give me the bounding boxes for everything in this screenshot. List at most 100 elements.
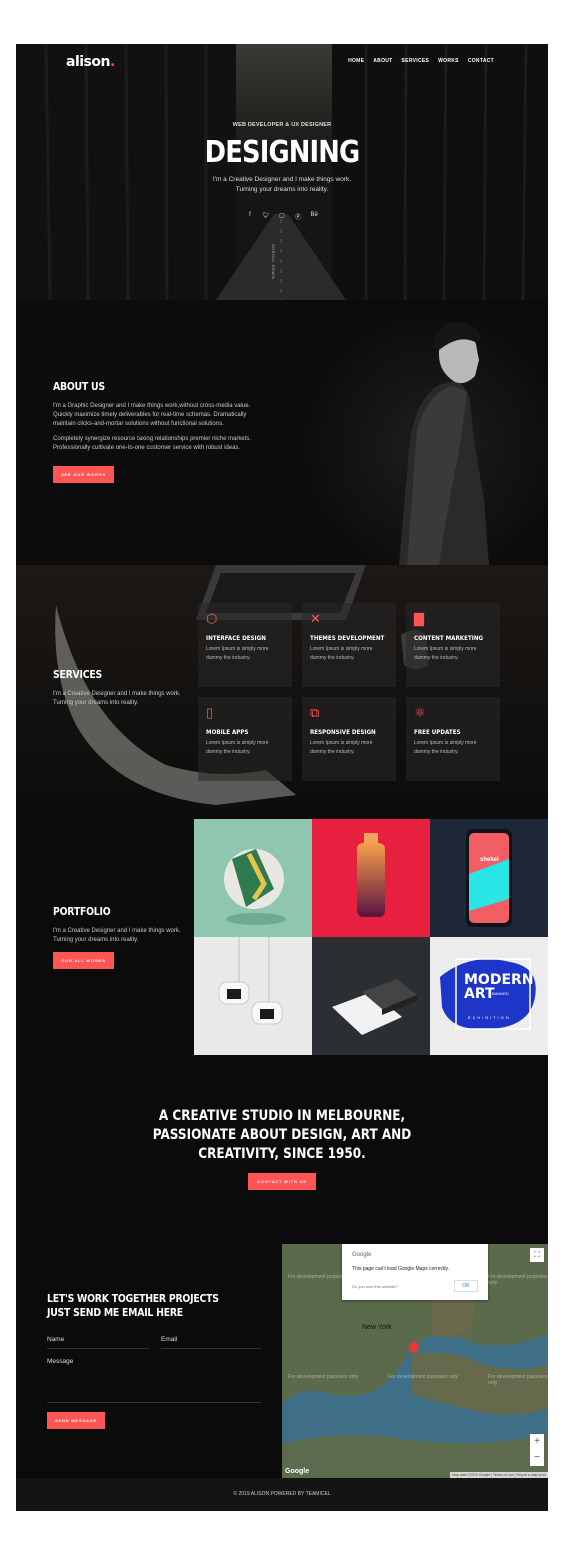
message-field[interactable]: Message: [47, 1358, 261, 1403]
phone-brand-text: shekel: [480, 857, 499, 863]
see-our-works-button[interactable]: SEE OUR WORKS: [53, 466, 114, 483]
service-card[interactable]: ⧉ RESPONSIVE DESIGN Lorem Ipsum is simpl…: [302, 697, 396, 781]
map-watermark: For development purposes only: [488, 1374, 548, 1386]
our-all-works-button[interactable]: OUR ALL WORKS: [53, 952, 114, 969]
logo[interactable]: alison.: [66, 54, 115, 70]
pinterest-icon[interactable]: Ⓟ: [295, 212, 302, 221]
about-title: ABOUT US: [53, 380, 105, 393]
service-desc: Lorem Ipsum is simply more dummy the ind…: [310, 646, 373, 661]
service-card[interactable]: ⬡ INTERFACE DESIGN Lorem Ipsum is simply…: [198, 603, 292, 687]
cube-icon: ⬡: [206, 611, 218, 626]
atom-icon: ⚛: [414, 705, 426, 720]
nav-about[interactable]: ABOUT: [373, 58, 392, 64]
service-title: FREE UPDATES: [414, 728, 461, 736]
service-desc: Lorem Ipsum is simply more dummy the ind…: [206, 740, 269, 755]
page: alison. HOME ABOUT SERVICES WORKS CONTAC…: [16, 44, 548, 1511]
portfolio-title: PORTFOLIO: [53, 905, 111, 918]
contact-title-line2: JUST SEND ME EMAIL HERE: [47, 1306, 183, 1319]
email-field[interactable]: Email: [161, 1336, 261, 1349]
portfolio-item-lamps[interactable]: [194, 937, 312, 1055]
lamps-image: [218, 937, 283, 1025]
cta-title: A CREATIVE STUDIO IN MELBOURNE, PASSIONA…: [53, 1107, 511, 1164]
fullscreen-icon[interactable]: ⛶: [530, 1248, 544, 1262]
contact-section: LET'S WORK TOGETHER PROJECTS JUST SEND M…: [16, 1240, 548, 1478]
service-desc: Lorem Ipsum is simply more dummy the ind…: [414, 646, 477, 661]
dialog-ok-button[interactable]: OK: [454, 1280, 478, 1292]
services-text-line2: Turning your dreams into reality.: [53, 700, 139, 706]
service-desc: Lorem Ipsum is simply more dummy the ind…: [310, 740, 373, 755]
helmet-image: [224, 849, 286, 925]
service-card[interactable]: ▇ CONTENT MARKETING Lorem Ipsum is simpl…: [406, 603, 500, 687]
phone-image: [466, 829, 512, 927]
nav-works[interactable]: WORKS: [438, 58, 459, 64]
about-paragraph-2: Completely synergize resource taxing rel…: [53, 436, 252, 451]
portfolio-item-helmet[interactable]: [194, 819, 312, 937]
service-desc: Lorem Ipsum is simply more dummy the ind…: [206, 646, 269, 661]
footer: © 2019 ALISON POWERED BY TEAMICEL: [16, 1478, 548, 1511]
logo-dot: .: [109, 54, 115, 70]
contact-title-line1: LET'S WORK TOGETHER PROJECTS: [47, 1292, 219, 1305]
service-card[interactable]: ⚛ FREE UPDATES Lorem Ipsum is simply mor…: [406, 697, 500, 781]
portrait-photo: [289, 300, 548, 565]
hero-title: DESIGNING: [204, 135, 360, 170]
nav-home[interactable]: HOME: [348, 58, 364, 64]
logo-text: alison: [66, 54, 110, 70]
zoom-out-icon[interactable]: −: [530, 1450, 544, 1466]
instagram-icon[interactable]: ▢: [279, 212, 286, 221]
twitter-icon[interactable]: 🐦︎: [263, 212, 271, 221]
map-city-label: New York: [362, 1324, 392, 1331]
dialog-link[interactable]: Do you own this website?: [352, 1284, 397, 1289]
bicycle-icon: ⧉: [310, 705, 320, 720]
portfolio-text-line1: I'm a Creative Designer and I make thing…: [53, 928, 181, 934]
zoom-in-icon[interactable]: +: [530, 1434, 544, 1450]
cta-section: A CREATIVE STUDIO IN MELBOURNE, PASSIONA…: [16, 1055, 548, 1240]
zoom-controls: + −: [530, 1434, 544, 1466]
social-links: f 🐦︎ ▢ Ⓟ Bē: [16, 212, 548, 221]
portfolio-text: I'm a Creative Designer and I make thing…: [53, 927, 203, 945]
main-nav: HOME ABOUT SERVICES WORKS CONTACT: [348, 58, 494, 64]
portfolio-item-modern-art[interactable]: MODERN ART BANNED EXHIBITION: [430, 937, 548, 1055]
portfolio-item-stationery[interactable]: [312, 937, 430, 1055]
scroll-down-indicator[interactable]: SCROLL DOWN: [271, 244, 276, 279]
portfolio-item-phone[interactable]: shekel: [430, 819, 548, 937]
hero-text: I'm a Creative Designer and I make thing…: [16, 175, 548, 195]
service-card[interactable]: ✕ THEMES DEVELOPMENT Lorem Ipsum is simp…: [302, 603, 396, 687]
contact-with-us-button[interactable]: CONTACT WITH US: [248, 1173, 316, 1190]
send-message-button[interactable]: SEND MESSAGE: [47, 1412, 105, 1429]
service-title: THEMES DEVELOPMENT: [310, 634, 385, 642]
dialog-brand: Google: [352, 1252, 372, 1258]
name-field[interactable]: Name: [47, 1336, 149, 1349]
map[interactable]: For development purposes only For develo…: [282, 1244, 548, 1478]
portfolio-item-bottle[interactable]: [312, 819, 430, 937]
nav-contact[interactable]: CONTACT: [468, 58, 494, 64]
map-error-dialog: Google This page can't load Google Maps …: [342, 1244, 488, 1300]
art-title-line1: MODERN: [464, 972, 534, 988]
services-text: I'm a Creative Designer and I make thing…: [53, 690, 203, 708]
art-title: MODERN ART: [464, 973, 534, 1001]
bar-chart-icon: ▇: [414, 611, 424, 626]
service-title: INTERFACE DESIGN: [206, 634, 266, 642]
service-title: RESPONSIVE DESIGN: [310, 728, 376, 736]
art-small-text: BANNED: [492, 991, 509, 996]
service-title: MOBILE APPS: [206, 728, 249, 736]
about-section: ABOUT US I'm a Graphic Designer and I ma…: [16, 300, 548, 565]
man-in-hoodie-illustration: [399, 322, 489, 565]
facebook-icon[interactable]: f: [247, 212, 254, 221]
mobile-icon: ▯: [206, 705, 214, 720]
portfolio-text-line2: Turning your dreams into reality.: [53, 937, 139, 943]
map-watermark: For development purposes only: [388, 1374, 459, 1380]
behance-icon[interactable]: Bē: [311, 212, 318, 221]
service-title: CONTENT MARKETING: [414, 634, 484, 642]
contact-title: LET'S WORK TOGETHER PROJECTS JUST SEND M…: [47, 1292, 219, 1320]
nav-services[interactable]: SERVICES: [402, 58, 430, 64]
services-section: SERVICES I'm a Creative Designer and I m…: [16, 565, 548, 819]
bottle-image: [357, 833, 385, 917]
services-title: SERVICES: [53, 668, 102, 681]
stationery-image: [332, 979, 417, 1035]
map-watermark: For development purposes only: [288, 1374, 359, 1380]
art-exhibit-text: EXHIBITION: [468, 1015, 511, 1020]
forest-road-image: [16, 44, 548, 300]
map-watermark: For development purposes only: [488, 1274, 548, 1286]
about-paragraph-1: I'm a Graphic Designer and I make things…: [53, 403, 251, 427]
service-card[interactable]: ▯ MOBILE APPS Lorem Ipsum is simply more…: [198, 697, 292, 781]
